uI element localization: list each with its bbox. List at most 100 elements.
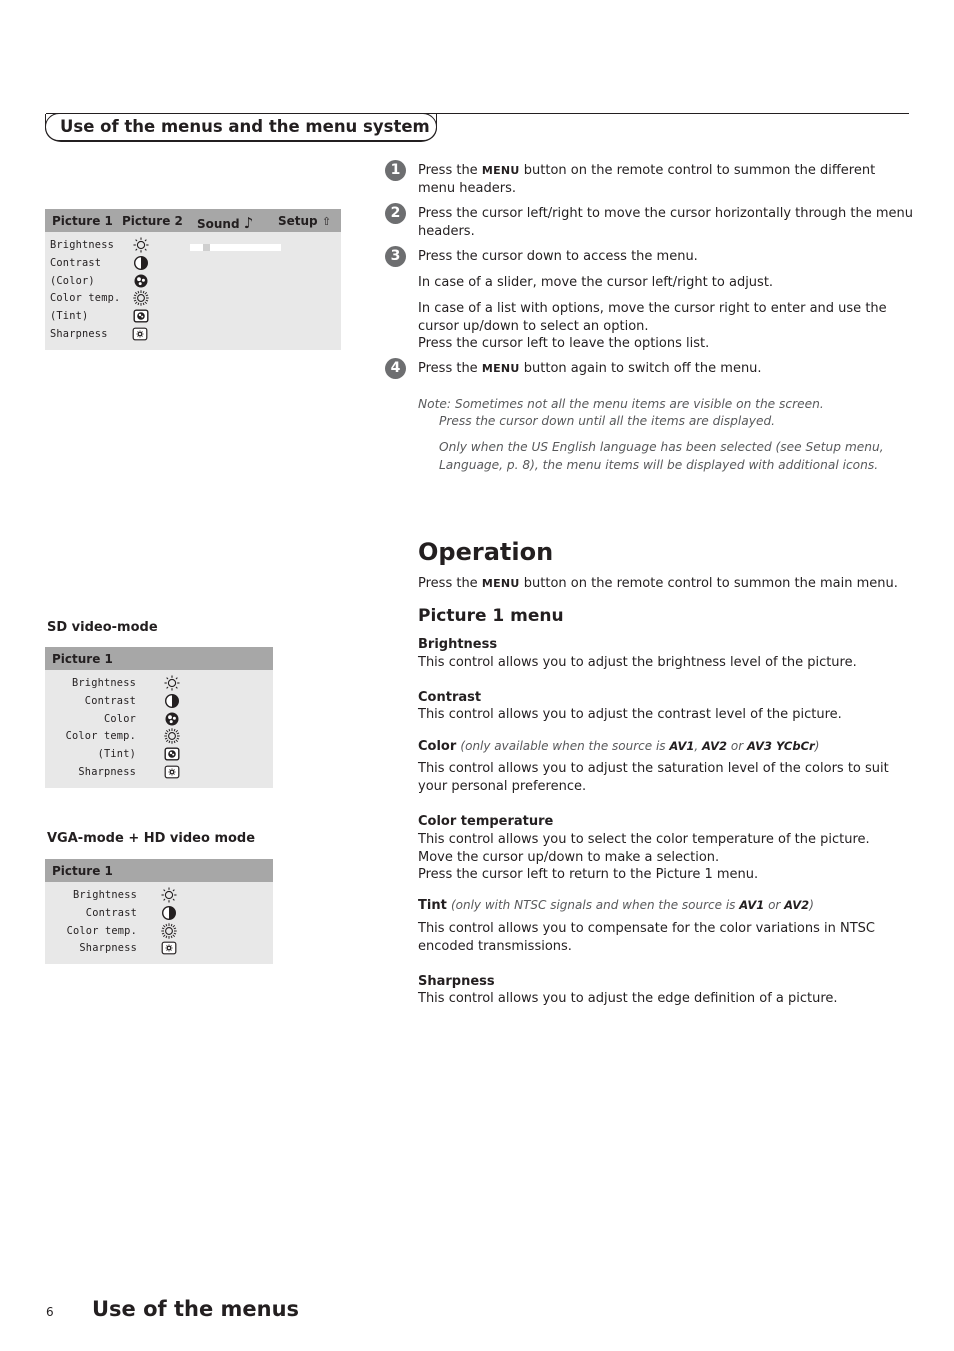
step-3-badge: 3 (385, 246, 406, 267)
text: In case of a list with options, move the… (418, 301, 887, 316)
picture1-menu-title: Picture 1 menu (418, 606, 564, 626)
menu-item-label: Brightness (50, 239, 114, 251)
menu-key: MENU (481, 164, 520, 177)
text: Press the cursor left to leave the optio… (418, 336, 710, 352)
vga-mode-header-title: Picture 1 (52, 864, 113, 878)
step-3-slider-text: In case of a slider, move the cursor lef… (418, 275, 774, 290)
note-line-2: Press the cursor down until all the item… (439, 414, 776, 428)
text: Press the cursor left/right to move the … (418, 206, 913, 221)
text: ) (809, 898, 814, 912)
sharpness-icon (161, 940, 177, 956)
text: This control allows you to select the co… (418, 832, 870, 847)
text: This control allows you to adjust the sa… (418, 761, 889, 776)
color-condition: (only available when the source is AV1, … (460, 739, 819, 753)
tint-condition: (only with NTSC signals and when the sou… (451, 898, 814, 912)
menu-item-sharpness[interactable]: Sharpness (50, 328, 108, 340)
sd-mode-header: Picture 1 (45, 647, 273, 670)
brightness-icon (164, 675, 180, 691)
note-line-4: Language, p. 8), the menu items will be … (439, 458, 879, 472)
menu-item-color-temp[interactable]: Color temp. (50, 292, 120, 304)
tab-setup[interactable]: Setup ⇧ (278, 214, 331, 228)
menu-item-label: Contrast (50, 257, 102, 269)
menu-item-label: (Color) (50, 275, 95, 287)
setup-icon: ⇧ (321, 215, 332, 228)
text: your personal preference. (418, 778, 587, 794)
brightness-desc: This control allows you to adjust the br… (418, 655, 857, 670)
menu-item-label: Sharpness (79, 942, 137, 954)
step-4-badge: 4 (385, 358, 406, 379)
source-av2: AV2 (784, 898, 810, 912)
sd-item-color-temp: Color temp. (66, 730, 136, 742)
menu-item-label: (Tint) (50, 310, 89, 322)
vga-mode-header: Picture 1 (45, 859, 273, 882)
source-av2: AV2 (702, 739, 728, 753)
footer-title: Use of the menus (92, 1297, 300, 1321)
vga-item-brightness: Brightness (73, 889, 137, 901)
text: Press the (418, 576, 482, 591)
tint-heading: Tint (only with NTSC signals and when th… (418, 897, 814, 915)
text: button again to switch off the menu. (519, 361, 762, 376)
menu-item-contrast[interactable]: Contrast (50, 257, 101, 269)
contrast-desc: This control allows you to adjust the co… (418, 707, 842, 722)
music-note-icon: ♪ (243, 214, 254, 232)
contrast-icon (133, 255, 149, 271)
color-temp-icon (161, 923, 177, 939)
operation-intro: Press the MENU button on the remote cont… (418, 575, 898, 593)
sd-item-contrast: Contrast (85, 695, 136, 707)
menu-key: MENU (481, 362, 520, 375)
tab-setup-label: Setup (278, 214, 318, 228)
text: encoded transmissions. (418, 938, 572, 954)
contrast-icon (161, 905, 177, 921)
tint-icon (133, 308, 149, 324)
menu-item-label: (Tint) (97, 748, 136, 760)
menu-item-label: Brightness (73, 889, 137, 901)
text: , (694, 739, 703, 753)
tab-picture-1[interactable]: Picture 1 (52, 214, 113, 228)
color-desc: This control allows you to adjust the sa… (418, 760, 889, 795)
step-2-text: Press the cursor left/right to move the … (418, 205, 913, 240)
page-number: 6 (46, 1305, 54, 1319)
color-title: Color (418, 739, 457, 754)
step-4-text: Press the MENU button again to switch of… (418, 360, 762, 378)
text: ) (814, 739, 820, 753)
vga-mode-label: VGA-mode + HD video mode (47, 831, 256, 846)
color-temp-desc: This control allows you to select the co… (418, 831, 870, 884)
brightness-slider[interactable] (190, 244, 281, 251)
vga-item-color-temp: Color temp. (67, 925, 137, 937)
tab-sound[interactable]: Sound ♪ (197, 214, 253, 232)
source-av3: AV3 YCbCr (746, 739, 815, 753)
color-icon (133, 273, 149, 289)
note-line-3: Only when the US English language has be… (439, 440, 884, 454)
color-temp-title: Color temperature (418, 814, 554, 829)
text: cursor up/down to select an option. (418, 318, 649, 334)
operation-title: Operation (418, 538, 554, 566)
color-temp-icon (133, 290, 149, 306)
step-2-badge: 2 (385, 203, 406, 224)
step-3-text: Press the cursor down to access the menu… (418, 249, 698, 264)
menu-item-tint[interactable]: (Tint) (50, 310, 88, 322)
menu-item-color[interactable]: (Color) (50, 275, 95, 287)
sd-item-tint: (Tint) (98, 748, 136, 760)
menu-item-label: Contrast (84, 695, 136, 707)
source-av1: AV1 (669, 739, 695, 753)
menu-item-brightness[interactable]: Brightness (50, 239, 114, 251)
text: (only available when the source is (460, 739, 670, 753)
text: button on the remote control to summon t… (519, 576, 898, 591)
slider-handle[interactable] (203, 244, 210, 251)
tab-picture-2[interactable]: Picture 2 (122, 214, 183, 228)
text: button on the remote control to summon t… (519, 163, 876, 178)
text: (only with NTSC signals and when the sou… (450, 898, 740, 912)
menu-key: MENU (481, 577, 520, 590)
contrast-title: Contrast (418, 690, 482, 705)
vga-item-sharpness: Sharpness (79, 942, 137, 954)
menu-item-label: Sharpness (78, 766, 136, 778)
step-1-text: Press the MENU button on the remote cont… (418, 162, 875, 197)
vga-item-contrast: Contrast (86, 907, 137, 919)
section-header: Use of the menus and the menu system (45, 113, 437, 142)
text: or (764, 898, 785, 912)
text: This control allows you to compensate fo… (418, 921, 875, 936)
text: Press the (418, 361, 482, 376)
menu-item-label: Contrast (85, 907, 137, 919)
text: Press the (418, 163, 482, 178)
main-menu-tabs: Picture 1 Picture 2 Sound ♪ Setup ⇧ (45, 209, 341, 232)
